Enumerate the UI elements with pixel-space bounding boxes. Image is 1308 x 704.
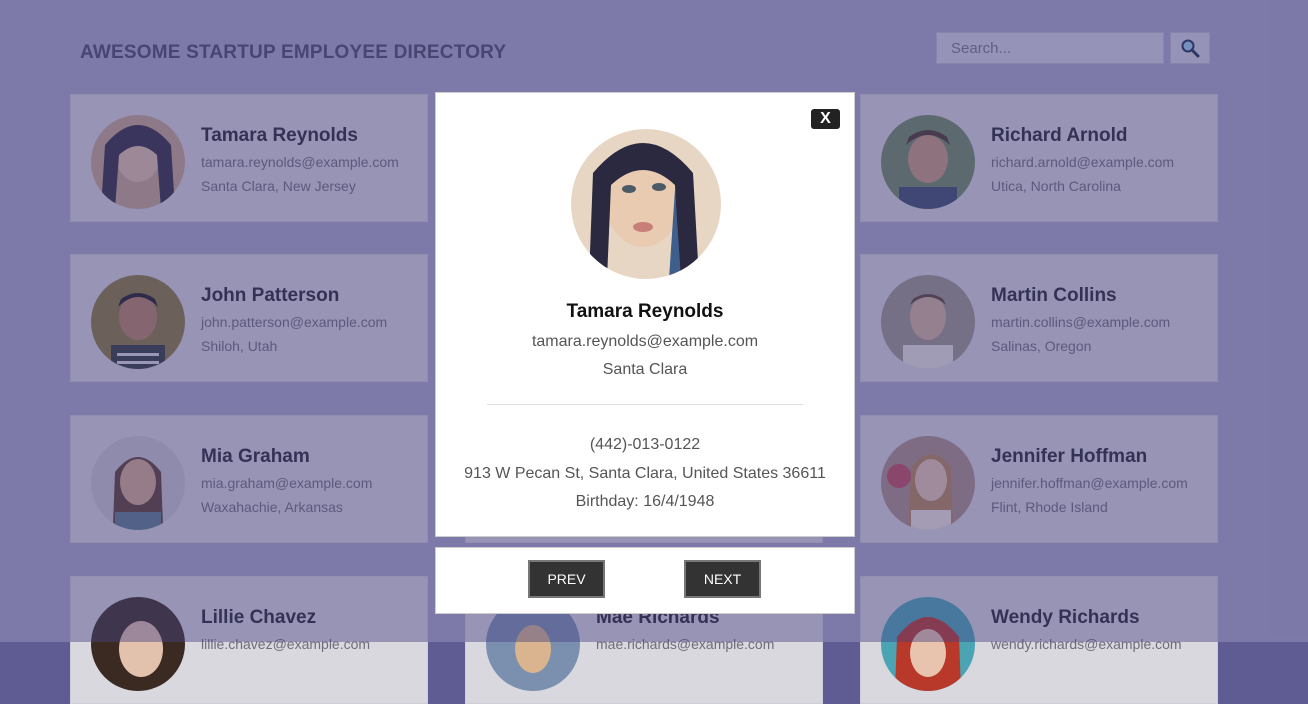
next-button[interactable]: NEXT [684,560,761,598]
modal-navigation: PREV NEXT [435,547,855,614]
modal-avatar [571,129,721,279]
modal-employee-birthday: Birthday: 16/4/1948 [575,493,715,510]
employee-modal: X Tamara Reynolds tamara.reynolds@exampl… [435,92,855,537]
modal-employee-city: Santa Clara [602,361,688,378]
modal-employee-phone: (442)-013-0122 [589,436,701,453]
modal-employee-address: 913 W Pecan St, Santa Clara, United Stat… [464,465,826,482]
modal-employee-name: Tamara Reynolds [566,301,724,322]
modal-divider [487,404,803,405]
close-button[interactable]: X [811,109,840,129]
modal-employee-email: tamara.reynolds@example.com [531,333,759,350]
prev-button[interactable]: PREV [528,560,605,598]
